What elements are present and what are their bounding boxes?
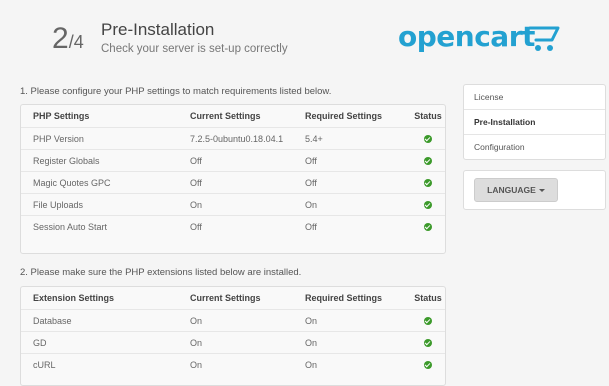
install-steps-nav: License Pre-Installation Configuration	[463, 84, 606, 160]
nav-item-pre-installation[interactable]: Pre-Installation	[464, 109, 605, 134]
php-settings-panel: PHP Settings Current Settings Required S…	[20, 104, 446, 254]
table-row: Session Auto Start Off Off	[21, 215, 445, 237]
col-extension-settings: Extension Settings	[33, 293, 115, 303]
required-value: Off	[293, 215, 411, 237]
nav-item-license[interactable]: License	[464, 85, 605, 109]
table-header-row: Extension Settings Current Settings Requ…	[21, 287, 445, 310]
php-extensions-instructions: 2. Please make sure the PHP extensions l…	[20, 267, 302, 278]
table-row: Database On On	[21, 309, 445, 332]
table-row: cURL On On	[21, 353, 445, 375]
table-header-row: PHP Settings Current Settings Required S…	[21, 105, 445, 128]
language-panel: LANGUAGE	[463, 170, 606, 210]
required-value: On	[293, 331, 411, 354]
extension-name: Database	[21, 309, 178, 332]
nav-item-configuration[interactable]: Configuration	[464, 134, 605, 159]
php-extensions-panel: Extension Settings Current Settings Requ…	[20, 286, 446, 386]
required-value: On	[293, 353, 411, 375]
current-value: Off	[178, 215, 293, 237]
check-icon	[424, 201, 432, 210]
setting-name: Magic Quotes GPC	[21, 171, 178, 194]
current-value: On	[178, 331, 293, 354]
step-total: 4	[73, 32, 84, 52]
php-extensions-table: Extension Settings Current Settings Requ…	[21, 287, 445, 375]
current-value: Off	[178, 149, 293, 172]
check-icon	[424, 157, 432, 166]
current-value: Off	[178, 171, 293, 194]
extension-name: GD	[21, 331, 178, 354]
col-current-settings: Current Settings	[190, 111, 261, 121]
check-icon	[424, 361, 432, 370]
current-value: 7.2.5-0ubuntu0.18.04.1	[178, 127, 293, 150]
current-value: On	[178, 193, 293, 216]
check-icon	[424, 317, 432, 326]
page-header: 2/4 Pre-Installation Check your server i…	[0, 0, 609, 80]
php-settings-instructions: 1. Please configure your PHP settings to…	[20, 86, 332, 97]
step-current: 2	[52, 22, 69, 55]
extension-name: cURL	[21, 353, 178, 375]
logo-text: opencart	[398, 20, 535, 53]
cart-icon	[528, 26, 560, 51]
col-current-settings: Current Settings	[190, 293, 261, 303]
step-indicator: 2/4	[52, 22, 84, 55]
check-icon	[424, 339, 432, 348]
check-icon	[424, 135, 432, 144]
caret-down-icon	[538, 189, 545, 193]
table-row: File Uploads On On	[21, 193, 445, 216]
language-button-label: LANGUAGE	[487, 185, 536, 195]
setting-name: Session Auto Start	[21, 215, 178, 237]
table-row: PHP Version 7.2.5-0ubuntu0.18.04.1 5.4+	[21, 127, 445, 150]
opencart-logo: opencart	[398, 20, 578, 60]
setting-name: File Uploads	[21, 193, 178, 216]
required-value: 5.4+	[293, 127, 411, 150]
table-row: Magic Quotes GPC Off Off	[21, 171, 445, 194]
check-icon	[424, 179, 432, 188]
language-dropdown-button[interactable]: LANGUAGE	[474, 178, 558, 202]
table-row: Register Globals Off Off	[21, 149, 445, 172]
php-settings-table: PHP Settings Current Settings Required S…	[21, 105, 445, 237]
current-value: On	[178, 309, 293, 332]
setting-name: Register Globals	[21, 149, 178, 172]
col-status: Status	[414, 111, 442, 121]
required-value: Off	[293, 149, 411, 172]
check-icon	[424, 223, 432, 232]
required-value: On	[293, 193, 411, 216]
required-value: Off	[293, 171, 411, 194]
table-row: GD On On	[21, 331, 445, 354]
col-status: Status	[414, 293, 442, 303]
required-value: On	[293, 309, 411, 332]
col-php-settings: PHP Settings	[33, 111, 90, 121]
current-value: On	[178, 353, 293, 375]
col-required-settings: Required Settings	[305, 293, 383, 303]
page-title: Pre-Installation	[101, 20, 215, 39]
col-required-settings: Required Settings	[305, 111, 383, 121]
page-subtitle: Check your server is set-up correctly	[101, 43, 288, 55]
setting-name: PHP Version	[21, 127, 178, 150]
